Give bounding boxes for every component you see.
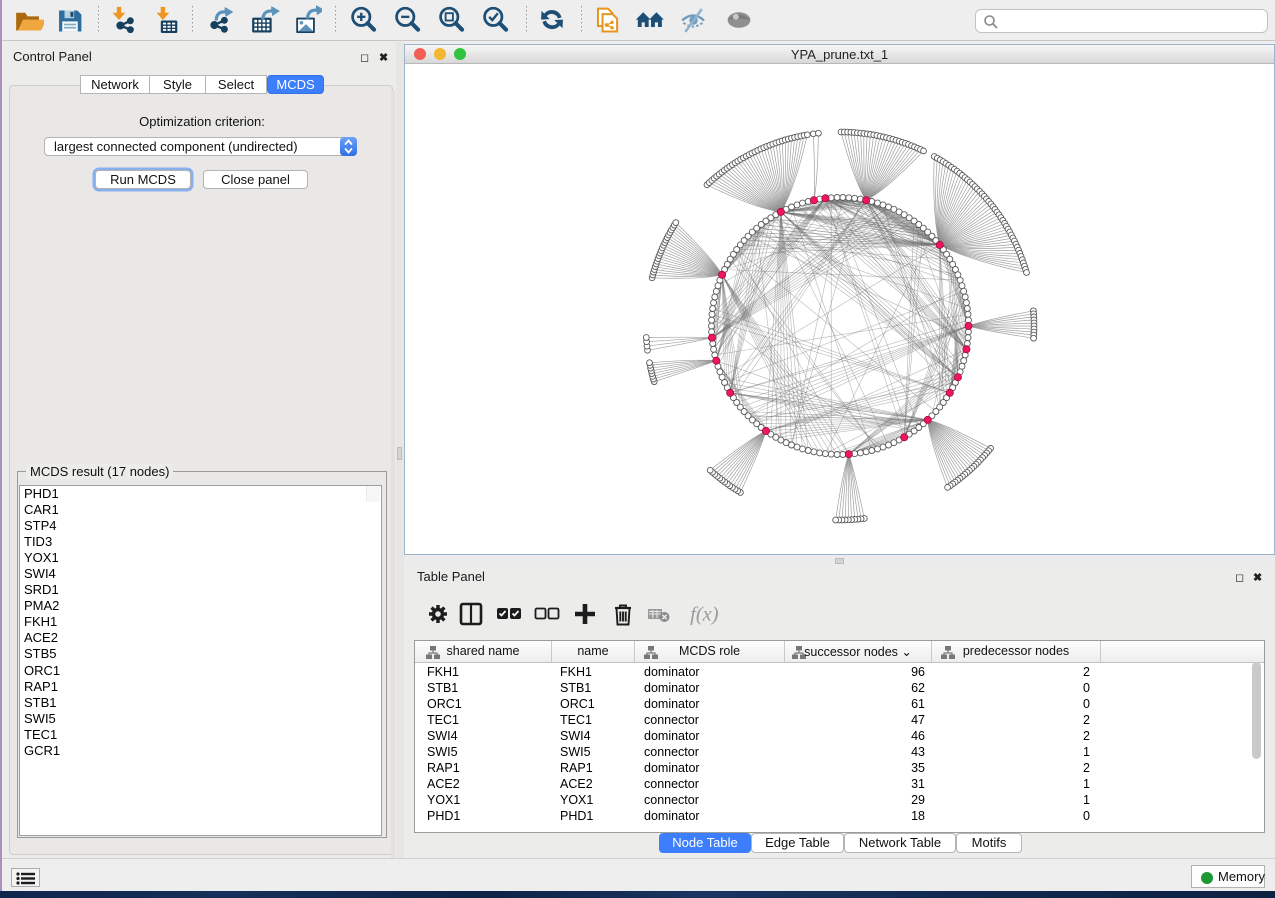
svg-text:f(x): f(x): [690, 603, 719, 625]
